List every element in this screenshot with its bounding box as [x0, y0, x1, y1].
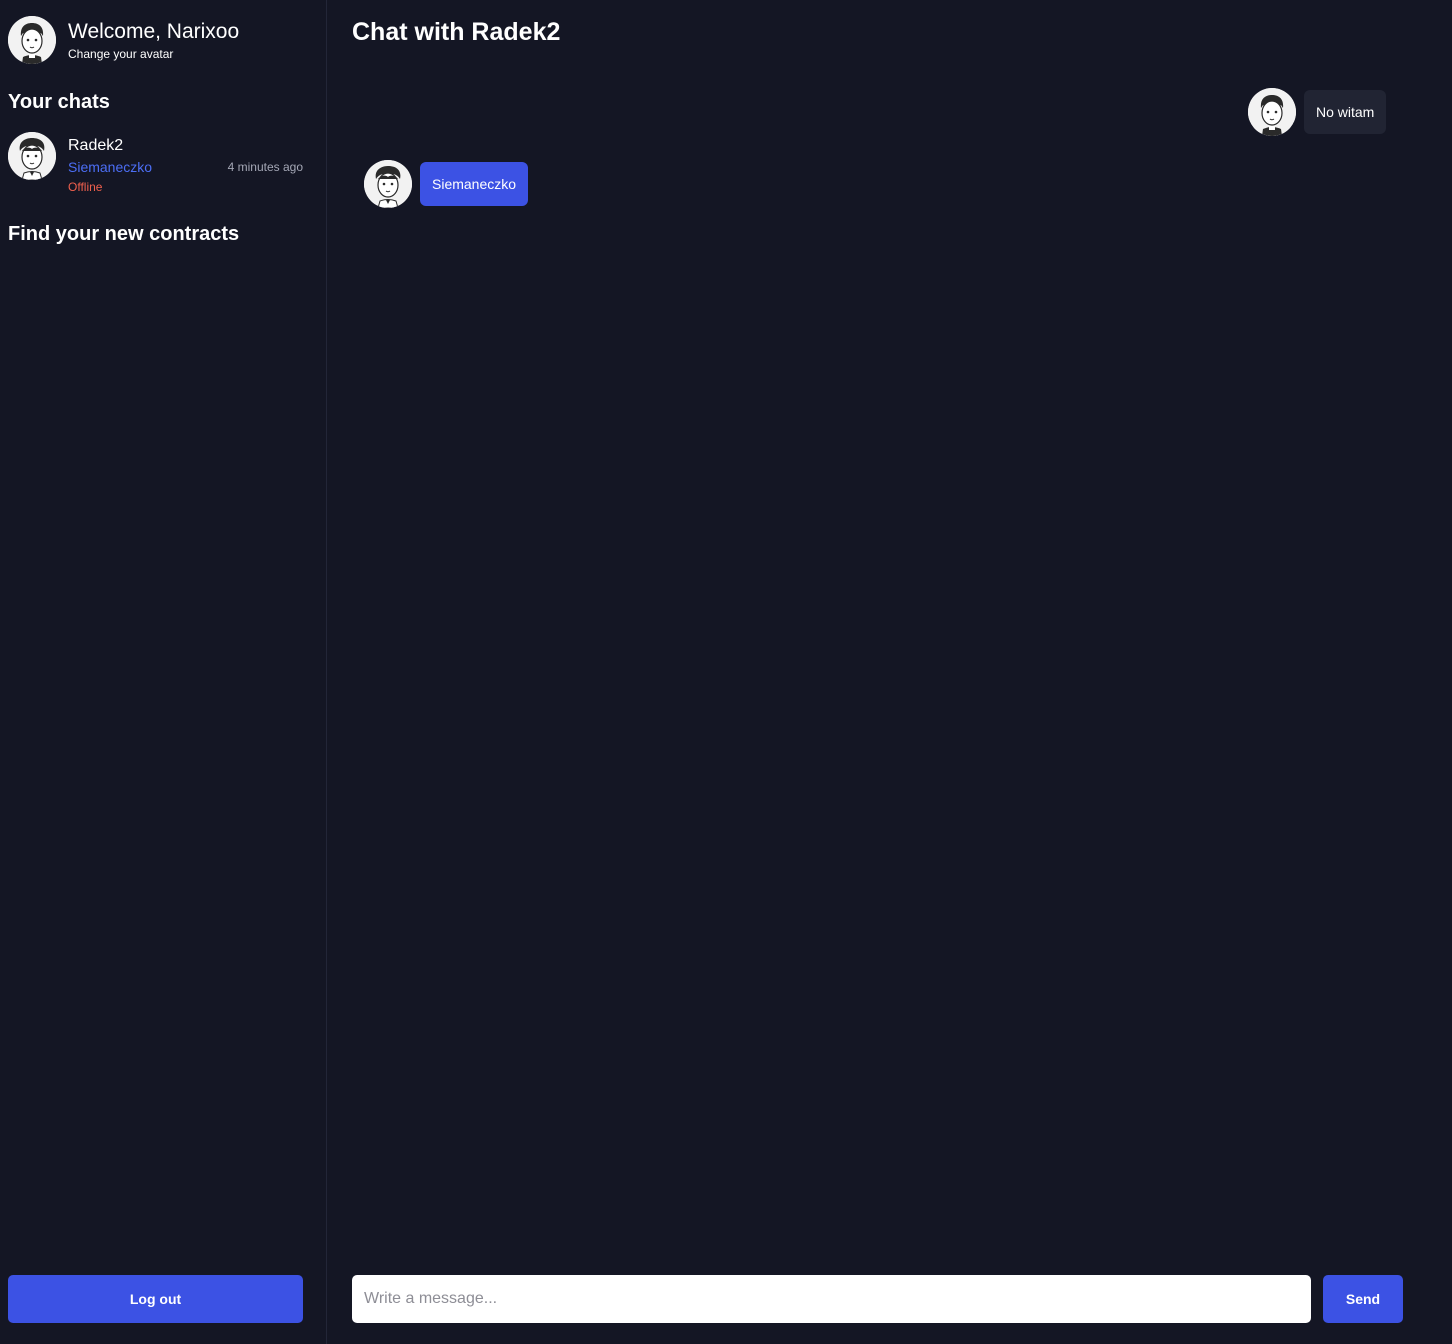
message-row-incoming: Siemaneczko — [364, 160, 529, 208]
sidebar: Welcome, Narixoo Change your avatar Your… — [0, 0, 327, 1344]
app: Welcome, Narixoo Change your avatar Your… — [0, 0, 1452, 1344]
your-chats-heading: Your chats — [8, 91, 110, 113]
message-row-outgoing: No witam — [1248, 88, 1387, 136]
contact-avatar-icon — [364, 160, 412, 208]
logout-button[interactable]: Log out — [8, 1275, 303, 1323]
chat-status-offline: Offline — [68, 180, 103, 194]
profile-text: Welcome, Narixoo Change your avatar — [68, 18, 239, 62]
sender-avatar-icon — [1248, 88, 1296, 136]
user-avatar-icon[interactable] — [8, 16, 56, 64]
chat-timestamp: 4 minutes ago — [227, 160, 303, 174]
chat-title: Chat with Radek2 — [352, 18, 561, 46]
message-input[interactable] — [352, 1275, 1311, 1323]
message-bubble-incoming: Siemaneczko — [420, 162, 529, 206]
chat-contact-name: Radek2 — [68, 137, 124, 154]
change-avatar-link[interactable]: Change your avatar — [68, 46, 239, 62]
send-button[interactable]: Send — [1323, 1275, 1403, 1323]
message-bubble-outgoing: No witam — [1304, 90, 1387, 134]
profile-header: Welcome, Narixoo Change your avatar — [8, 16, 239, 64]
chat-last-message: Siemaneczko — [68, 159, 153, 175]
welcome-text: Welcome, Narixoo — [68, 20, 240, 43]
chat-list-item[interactable]: Radek2 Siemaneczko Offline 4 minutes ago — [8, 132, 304, 196]
chat-panel: Chat with Radek2 No witam Siemaneczko Wr… — [328, 0, 1452, 1344]
find-contracts-heading: Find your new contracts — [8, 223, 240, 245]
user-avatar-icon — [8, 132, 56, 180]
